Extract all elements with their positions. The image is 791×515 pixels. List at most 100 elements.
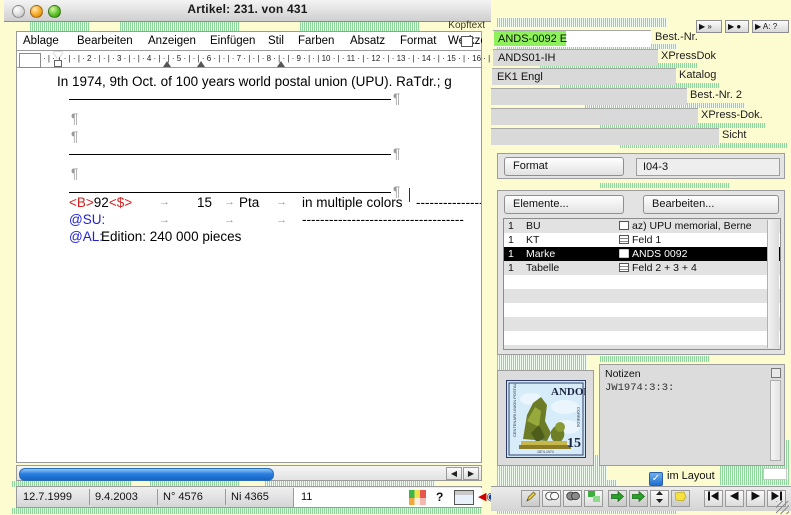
field-xpressdok-label: XPressDok — [661, 50, 716, 62]
filled-ellipse-icon — [566, 491, 580, 501]
blank-field[interactable] — [763, 468, 787, 480]
row-value: az) UPU memorial, Berne — [619, 219, 752, 233]
elements-popup[interactable]: Elemente... — [504, 195, 624, 214]
scrollbar-thumb[interactable] — [19, 468, 274, 481]
help-icon[interactable]: ? — [436, 490, 443, 504]
layers-button[interactable] — [584, 490, 603, 507]
document-page[interactable]: In 1974, 9th Oct. of 100 years world pos… — [16, 68, 482, 463]
info-icon[interactable]: ◀◉ — [478, 491, 492, 504]
ruler-tab-stop-2[interactable] — [197, 61, 205, 67]
table-row-empty[interactable] — [504, 345, 780, 350]
field-sicht-input[interactable] — [491, 128, 719, 145]
im-layout-checkbox[interactable]: ✓im Layout — [649, 470, 715, 486]
stepper-button[interactable] — [650, 490, 669, 507]
nav-next-set-button[interactable]: ▶ » — [696, 20, 722, 33]
table-row[interactable]: 1 KT Feld 1 — [504, 233, 780, 247]
ruler-tab-stop-3[interactable] — [277, 61, 285, 67]
table-row-empty[interactable] — [504, 289, 780, 303]
arrow-right2-button[interactable] — [629, 490, 648, 507]
field-xpressdok2-label: XPress-Dok. — [701, 109, 763, 121]
menu-einfuegen[interactable]: Einfügen — [210, 35, 255, 47]
prev-record-button[interactable] — [725, 490, 744, 507]
field-xpressdok2-input[interactable] — [491, 108, 698, 125]
tab-arrow-6: → — [276, 214, 287, 226]
resize-icon[interactable] — [771, 368, 781, 378]
table-row[interactable]: 1 BU az) UPU memorial, Berne — [504, 219, 780, 233]
table-row-selected[interactable]: 1 Marke ANDS 0092 — [504, 247, 780, 261]
menu-absatz[interactable]: Absatz — [350, 35, 385, 47]
ruler-scale: · | · 1 · | · | · 2 · | · | · 3 · | · | … — [43, 54, 479, 66]
chevron-updown-icon-4 — [655, 491, 664, 503]
tab-arrow-5: → — [224, 214, 235, 226]
window-titlebar: Artikel: 231. von 431 — [4, 0, 491, 22]
window-icon[interactable] — [454, 490, 474, 505]
arrow-right-button[interactable] — [608, 490, 627, 507]
su-label: @SU: — [69, 212, 105, 227]
table-row-empty[interactable] — [504, 317, 780, 331]
status-ni: Ni 4365 — [225, 487, 297, 507]
al-text: Edition: 240 000 pieces — [101, 229, 241, 244]
stamp-currency: Pta — [239, 195, 259, 210]
stamp-image-container[interactable]: ANDORRA CENTENARI UNION POSTAL CORREOS 1… — [497, 370, 594, 466]
resize-grip[interactable] — [776, 501, 789, 514]
yellow-shape-button[interactable] — [671, 490, 690, 507]
format-group: Format I04-3 — [497, 153, 785, 179]
table-row[interactable]: 1 Tabelle Feld 2 + 3 + 4 — [504, 261, 780, 275]
menu-ablage[interactable]: Ablage — [23, 35, 59, 47]
tab-arrow-1: → — [159, 196, 170, 208]
ruler-first-line-indent-marker[interactable] — [53, 52, 63, 59]
elements-group: Elemente... Bearbeiten... 1 BU az) UPU m… — [497, 190, 785, 355]
list-icon — [619, 263, 629, 272]
color-swatch-icon-row2 — [409, 498, 426, 505]
field-bestnr2-input[interactable] — [491, 88, 687, 105]
row-value: Feld 2 + 3 + 4 — [619, 261, 697, 275]
pencil-icon — [525, 491, 537, 503]
elements-list[interactable]: 1 BU az) UPU memorial, Berne 1 KT Feld 1… — [503, 218, 781, 350]
ruler-left-indent-marker[interactable] — [54, 60, 62, 67]
menu-format[interactable]: Format — [400, 35, 436, 47]
table-row-empty[interactable] — [504, 275, 780, 289]
field-katalog-input[interactable]: EK1 Engl — [492, 68, 676, 85]
menubar-overflow-icon[interactable] — [461, 36, 473, 47]
ruler[interactable]: · | · 1 · | · | · 2 · | · | · 3 · | · | … — [16, 50, 482, 68]
horizontal-scrollbar[interactable]: ◀ ▶ — [16, 465, 482, 481]
database-panel: ▶ » ▶ ● ▶ A: ? ANDS-0092 E Best.-Nr. AND… — [491, 0, 791, 515]
list-scrollbar[interactable] — [767, 220, 779, 348]
table-row-empty[interactable] — [504, 303, 780, 317]
status-date-modified: 9.4.2003 — [89, 487, 157, 507]
format-value-input[interactable]: I04-3 — [636, 158, 780, 176]
scroll-right-arrow[interactable]: ▶ — [463, 467, 479, 480]
checkmark-icon: ✓ — [649, 472, 663, 486]
field-xpressdok-input[interactable]: ANDS01-IH — [493, 49, 658, 66]
table-row-empty[interactable] — [504, 331, 780, 345]
scroll-left-arrow[interactable]: ◀ — [446, 467, 462, 480]
nav-sort-button[interactable]: ▶ A: ? — [752, 20, 789, 33]
pilcrow-1: ¶ — [393, 91, 400, 106]
filled-shape-button[interactable] — [563, 490, 582, 507]
field-sicht-label: Sicht — [722, 129, 746, 141]
row-type: BU — [526, 219, 541, 233]
ruler-tab-selector-icon[interactable] — [19, 53, 41, 68]
menu-bearbeiten[interactable]: Bearbeiten — [77, 35, 133, 47]
document-stamp-row: <B>92<$> — [69, 195, 132, 210]
arrow-right-icon — [611, 491, 624, 502]
tab-arrow-4: → — [159, 214, 170, 226]
notes-scrollbar[interactable] — [770, 380, 781, 461]
menu-stil[interactable]: Stil — [268, 35, 284, 47]
nav-record-button[interactable]: ▶ ● — [725, 20, 749, 33]
format-popup[interactable]: Format — [504, 157, 624, 176]
next-record-button[interactable] — [746, 490, 765, 507]
row-count: 1 — [508, 261, 514, 275]
pencil-button[interactable] — [521, 490, 540, 507]
menu-farben[interactable]: Farben — [298, 35, 334, 47]
menu-anzeigen[interactable]: Anzeigen — [148, 35, 196, 47]
status-count: 11 — [295, 487, 355, 507]
andorra-stamp-image: ANDORRA CENTENARI UNION POSTAL CORREOS 1… — [506, 380, 586, 458]
ruler-tab-stop-1[interactable] — [163, 61, 171, 67]
window-title: Artikel: 231. von 431 — [4, 2, 491, 16]
ellipse-button[interactable] — [542, 490, 561, 507]
edit-popup[interactable]: Bearbeiten... — [643, 195, 779, 214]
first-record-button[interactable] — [704, 490, 723, 507]
notes-text[interactable]: JW1974:3:3: — [605, 382, 768, 461]
svg-text:ANDORRA: ANDORRA — [551, 386, 585, 398]
